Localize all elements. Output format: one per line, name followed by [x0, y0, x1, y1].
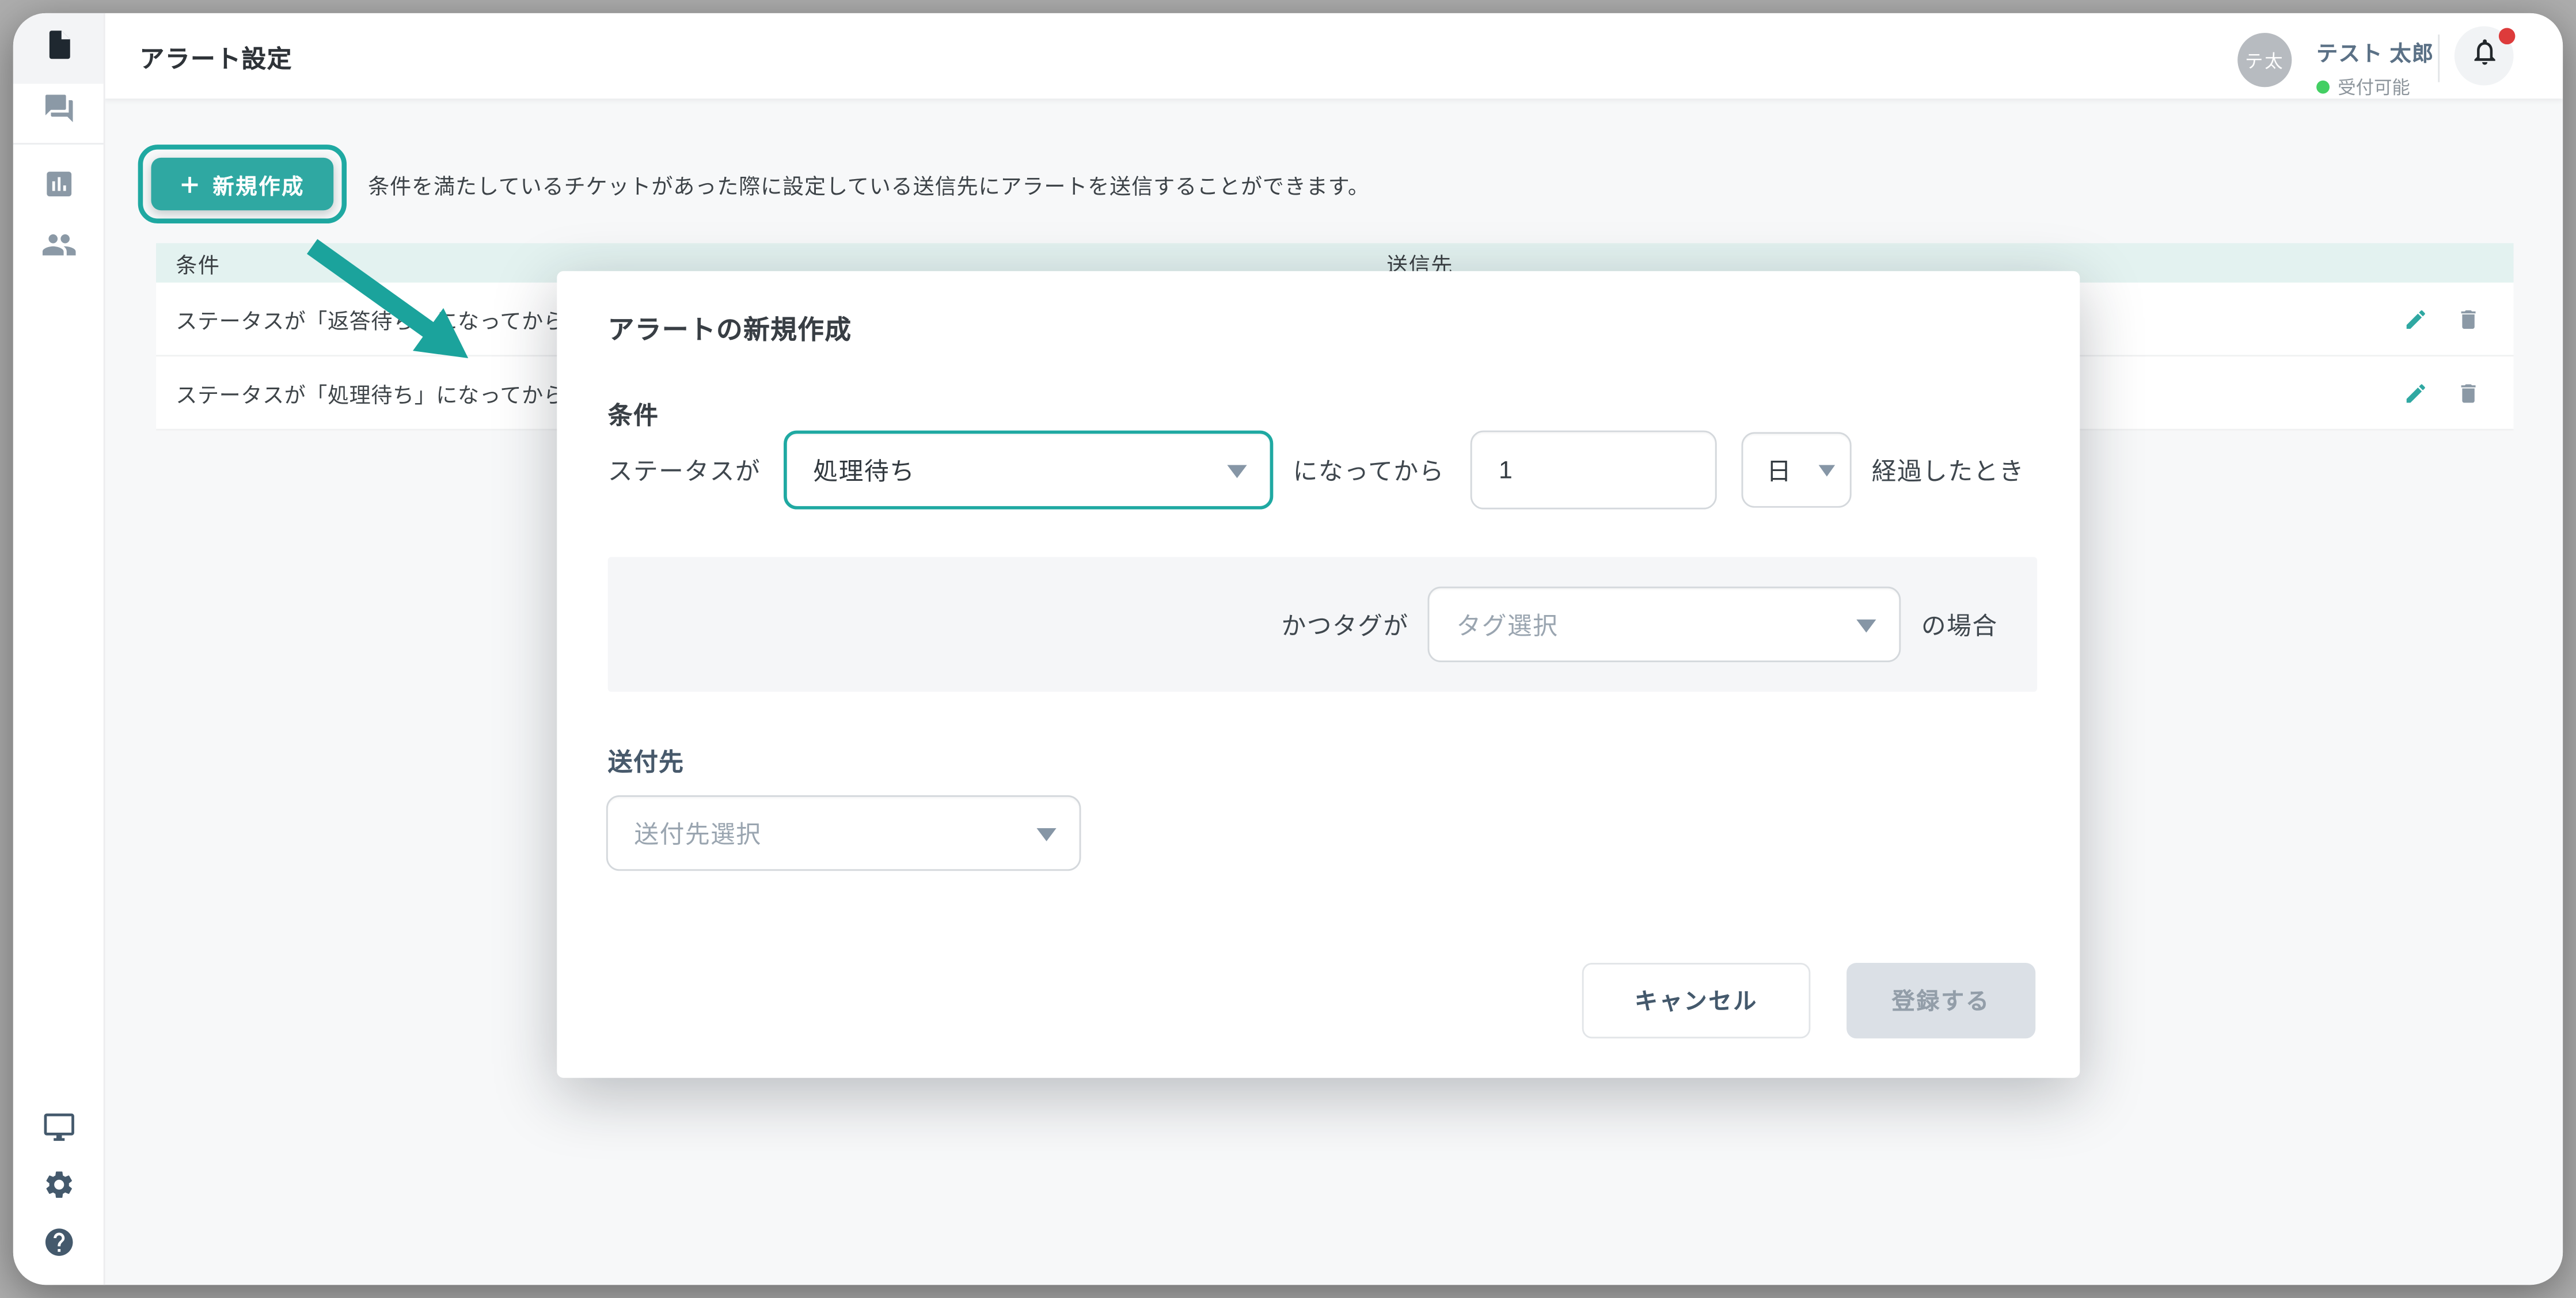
elapsed-label: 経過したとき — [1872, 453, 2024, 487]
status-green-dot — [2316, 81, 2330, 94]
avatar-initials: テ太 — [2245, 47, 2284, 73]
modal-actions: キャンセル 登録する — [1582, 963, 2036, 1038]
screenshot-stage: アラート設定 テ太 テスト 太郎 受付可能 — [0, 0, 2576, 1298]
edit-pencil-icon[interactable] — [2403, 306, 2428, 331]
modal-title: アラートの新規作成 — [608, 308, 852, 347]
cancel-button[interactable]: キャンセル — [1582, 963, 1811, 1038]
condition-row: ステータスが 処理待ち になってから 日 経過したとき — [608, 431, 2036, 510]
toolbar: 新規作成 条件を満たしているチケットがあった際に設定している送信先にアラートを送… — [138, 145, 1370, 223]
chevron-down-icon — [1819, 465, 1836, 476]
chevron-down-icon — [1036, 828, 1056, 841]
chat-icon — [42, 91, 75, 132]
trash-icon[interactable] — [2456, 381, 2481, 405]
create-alert-modal: アラートの新規作成 条件 ステータスが 処理待ち になってから 日 経過したとき… — [557, 271, 2080, 1078]
sidebar-item-documents[interactable] — [13, 13, 104, 84]
unit-select-value: 日 — [1766, 453, 1792, 487]
bell-icon — [2468, 36, 2499, 75]
avatar[interactable]: テ太 — [2237, 33, 2292, 87]
chevron-down-icon — [1857, 620, 1877, 633]
unread-badge-dot — [2499, 28, 2516, 45]
sidebar — [13, 13, 105, 1285]
user-status: 受付可能 — [2316, 74, 2410, 100]
edit-pencil-icon[interactable] — [2403, 381, 2428, 405]
create-alert-button-label: 新規作成 — [212, 168, 305, 199]
bar-chart-icon — [42, 167, 75, 208]
col-header-condition: 条件 — [156, 247, 220, 278]
tutorial-arrow-icon — [292, 227, 481, 367]
destination-select[interactable]: 送付先選択 — [606, 795, 1081, 871]
duration-input[interactable] — [1471, 431, 1718, 510]
tag-select-placeholder: タグ選択 — [1456, 607, 1558, 642]
destination-select-placeholder: 送付先選択 — [634, 816, 761, 851]
page-description: 条件を満たしているチケットがあった際に設定している送信先にアラートを送信すること… — [368, 168, 1370, 199]
chevron-down-icon — [1227, 465, 1247, 478]
status-select[interactable]: 処理待ち — [784, 431, 1273, 510]
plus-icon — [180, 173, 201, 195]
destination-section-label: 送付先 — [608, 745, 685, 779]
create-alert-button[interactable]: 新規作成 — [151, 158, 334, 210]
sidebar-item-analytics[interactable] — [13, 154, 104, 220]
tutorial-highlight-ring: 新規作成 — [138, 145, 347, 223]
tag-select[interactable]: タグ選択 — [1428, 587, 1902, 662]
sidebar-item-help[interactable] — [13, 1213, 104, 1278]
topbar: アラート設定 テ太 テスト 太郎 受付可能 — [104, 13, 2563, 98]
alert-condition-text: ステータスが「処理待ち」になってから1日経 — [156, 377, 621, 408]
status-text: 受付可能 — [2338, 74, 2410, 100]
people-icon — [40, 226, 77, 270]
sidebar-item-chat[interactable] — [13, 79, 104, 145]
sidebar-divider — [13, 143, 104, 145]
unit-select[interactable]: 日 — [1742, 432, 1852, 507]
sidebar-item-monitor[interactable] — [13, 1098, 104, 1163]
status-select-value: 処理待ち — [813, 453, 915, 487]
page-title: アラート設定 — [140, 41, 292, 75]
tag-condition-box: かつタグが タグ選択 の場合 — [608, 557, 2037, 692]
submit-button[interactable]: 登録する — [1846, 963, 2035, 1038]
topbar-divider — [2438, 35, 2440, 82]
sidebar-item-members[interactable] — [13, 215, 104, 281]
tag-suffix-label: の場合 — [1921, 607, 1998, 642]
trash-icon[interactable] — [2456, 306, 2481, 331]
condition-section-label: 条件 — [608, 397, 659, 432]
settings-gear-icon — [42, 1167, 75, 1208]
status-prefix-label: ステータスが — [608, 453, 761, 487]
user-name: テスト 太郎 — [2316, 36, 2434, 67]
document-icon — [42, 28, 75, 69]
app-window: アラート設定 テ太 テスト 太郎 受付可能 — [13, 13, 2563, 1285]
tag-prefix-label: かつタグが — [1281, 607, 1408, 642]
sidebar-item-settings[interactable] — [13, 1155, 104, 1221]
monitor-icon — [42, 1110, 75, 1151]
after-label: になってから — [1293, 453, 1445, 487]
help-icon — [42, 1225, 75, 1266]
